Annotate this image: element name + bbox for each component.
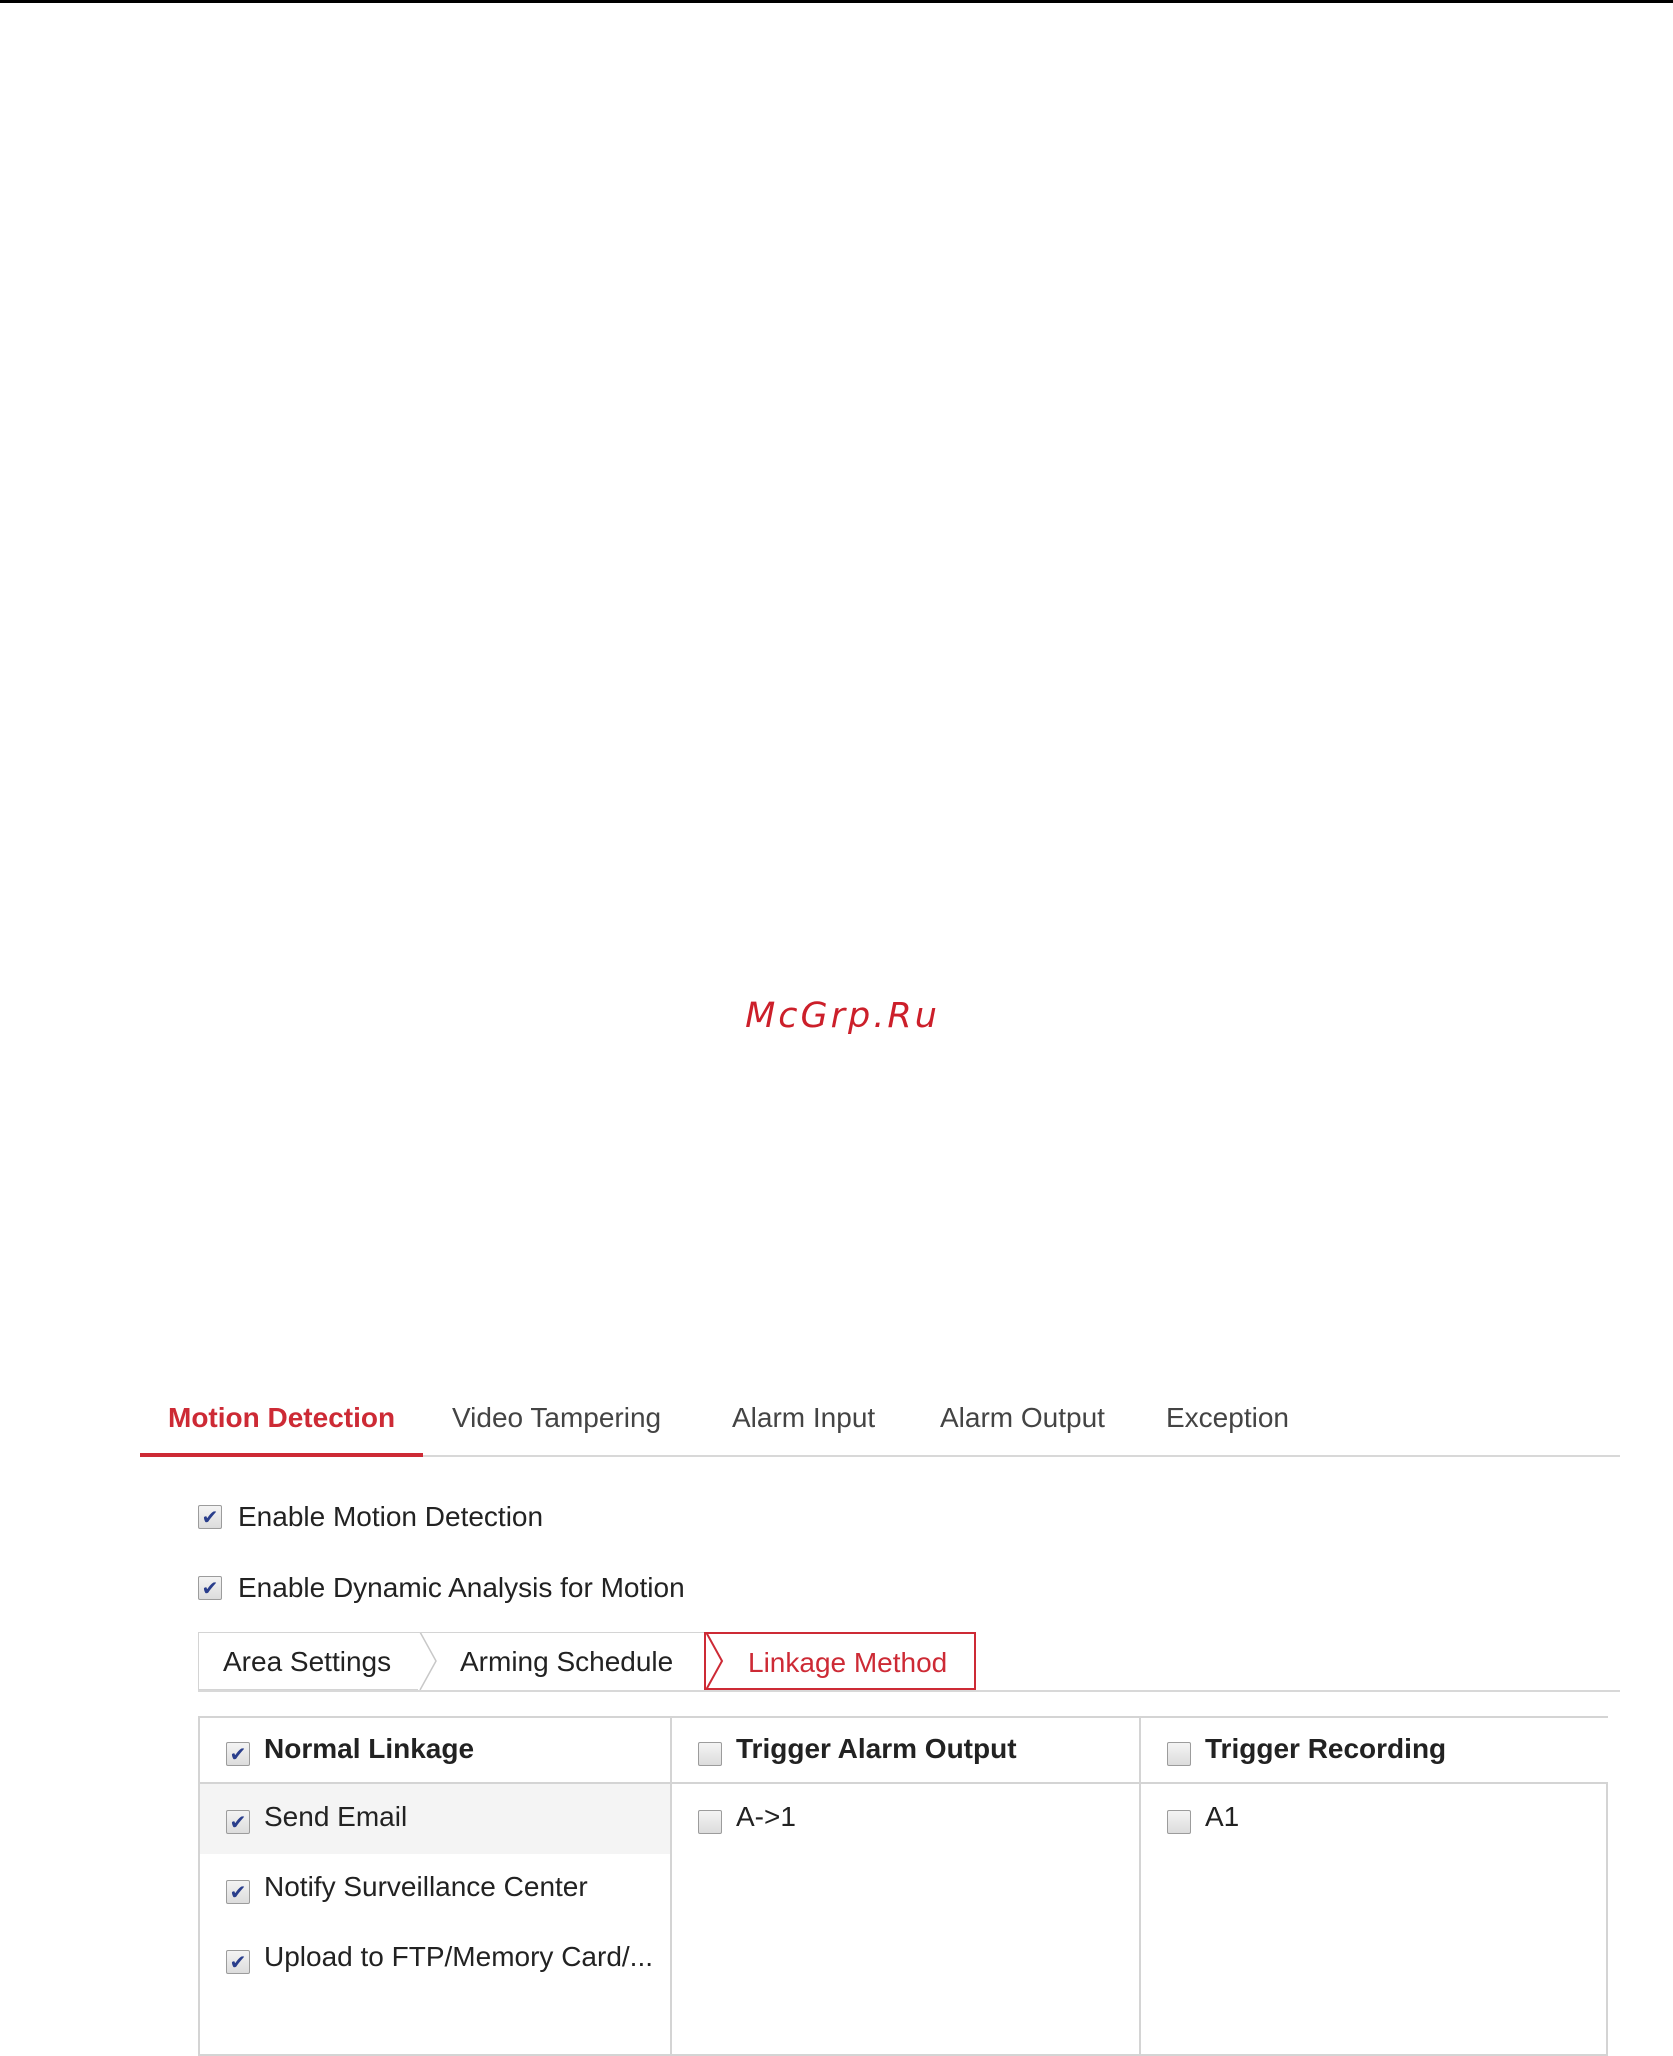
enable-dynamic-analysis-checkbox[interactable]: ✔ <box>198 1576 222 1600</box>
recording-a1-label: A1 <box>1205 1801 1240 1832</box>
normal-linkage-header[interactable]: ✔ Normal Linkage <box>200 1718 670 1784</box>
notify-surveillance-center-option[interactable]: ✔ Notify Surveillance Center <box>200 1854 670 1924</box>
subtab-arming-schedule[interactable]: Arming Schedule <box>198 1632 704 1690</box>
upload-ftp-label: Upload to FTP/Memory Card/... <box>264 1941 654 1972</box>
trigger-recording-checkbox[interactable] <box>1167 1742 1191 1766</box>
trigger-recording-label: Trigger Recording <box>1205 1733 1447 1764</box>
enable-dynamic-analysis-label: Enable Dynamic Analysis for Motion <box>238 1572 685 1603</box>
normal-linkage-checkbox[interactable]: ✔ <box>226 1742 250 1766</box>
watermark: McGrp.Ru <box>745 996 940 1036</box>
send-email-checkbox[interactable]: ✔ <box>226 1810 250 1834</box>
enable-motion-detection-label: Enable Motion Detection <box>238 1501 544 1532</box>
upload-ftp-option[interactable]: ✔ Upload to FTP/Memory Card/... <box>200 1924 670 1994</box>
normal-linkage-column: ✔ Normal Linkage ✔ Send Email ✔ Notify S… <box>200 1718 670 2054</box>
tab-alarm-output[interactable]: Alarm Output <box>940 1380 1105 1455</box>
normal-linkage-label: Normal Linkage <box>264 1733 475 1764</box>
trigger-alarm-output-checkbox[interactable] <box>698 1742 722 1766</box>
chevron-active-icon <box>705 1632 724 1690</box>
alarm-output-a1-label: A->1 <box>736 1801 796 1832</box>
alarm-output-a1-option[interactable]: A->1 <box>672 1784 1141 1854</box>
send-email-label: Send Email <box>264 1801 408 1832</box>
trigger-alarm-output-header[interactable]: Trigger Alarm Output <box>672 1718 1141 1784</box>
tab-exception[interactable]: Exception <box>1166 1380 1289 1455</box>
enable-motion-detection-checkbox[interactable]: ✔ <box>198 1505 222 1529</box>
notify-surveillance-center-label: Notify Surveillance Center <box>264 1871 588 1902</box>
linkage-table: ✔ Normal Linkage ✔ Send Email ✔ Notify S… <box>198 1716 1608 2056</box>
recording-a1-checkbox[interactable] <box>1167 1810 1191 1834</box>
alarm-output-a1-checkbox[interactable] <box>698 1810 722 1834</box>
trigger-recording-column: Trigger Recording A1 <box>1139 1718 1608 2054</box>
recording-a1-option[interactable]: A1 <box>1141 1784 1608 1854</box>
trigger-alarm-output-label: Trigger Alarm Output <box>736 1733 1017 1764</box>
tab-alarm-input[interactable]: Alarm Input <box>732 1380 875 1455</box>
upload-ftp-checkbox[interactable]: ✔ <box>226 1950 250 1974</box>
notify-surveillance-center-checkbox[interactable]: ✔ <box>226 1880 250 1904</box>
trigger-recording-header[interactable]: Trigger Recording <box>1141 1718 1608 1784</box>
send-email-option[interactable]: ✔ Send Email <box>200 1784 670 1854</box>
sub-tab-bar: Area Settings Arming Schedule Linkage Me… <box>198 1632 1620 1692</box>
trigger-alarm-output-column: Trigger Alarm Output A->1 <box>670 1718 1141 2054</box>
main-tab-bar: Motion Detection Video Tampering Alarm I… <box>139 1380 1620 1457</box>
subtab-linkage-method[interactable]: Linkage Method <box>704 1632 976 1690</box>
top-rule <box>0 0 1673 3</box>
tab-video-tampering[interactable]: Video Tampering <box>452 1380 661 1455</box>
tab-motion-detection[interactable]: Motion Detection <box>139 1380 424 1457</box>
